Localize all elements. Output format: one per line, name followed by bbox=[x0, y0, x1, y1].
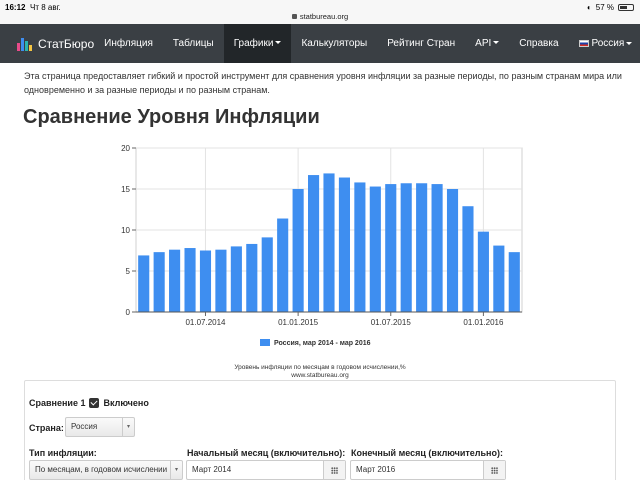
caret-down-icon bbox=[493, 41, 500, 44]
brand-name: СтатБюро bbox=[38, 36, 95, 51]
bar bbox=[462, 206, 474, 312]
battery-level bbox=[620, 6, 627, 9]
end-month-label: Конечный месяц (включительно): bbox=[351, 448, 503, 458]
chevron-down-icon: ▾ bbox=[170, 461, 182, 479]
bar bbox=[199, 250, 212, 312]
intro-text: Эта страница предоставляет гибкий и прос… bbox=[24, 71, 622, 95]
lock-icon bbox=[291, 14, 297, 19]
nav-calculators[interactable]: Калькуляторы bbox=[291, 24, 377, 63]
bar bbox=[261, 237, 273, 312]
enabled-checkbox[interactable] bbox=[88, 398, 99, 408]
bar bbox=[431, 184, 443, 312]
start-month-input[interactable]: Март 2014 bbox=[186, 460, 346, 480]
bar bbox=[230, 246, 242, 312]
x-tick-label: 01.01.2016 bbox=[463, 318, 504, 327]
legend-swatch bbox=[260, 339, 270, 346]
country-select[interactable]: Россия ▾ bbox=[65, 417, 135, 437]
x-tick-label: 01.01.2015 bbox=[278, 318, 319, 327]
russia-flag-icon bbox=[578, 40, 589, 47]
comparison-panel: Сравнение 1 Включено Страна: Россия ▾ Ти… bbox=[24, 380, 616, 480]
bar bbox=[369, 186, 381, 312]
bar bbox=[215, 249, 227, 312]
language-label: Россия bbox=[591, 38, 625, 49]
bar bbox=[354, 182, 366, 312]
status-time: 16:12 bbox=[5, 3, 26, 12]
page: 16:12 Чт 8 авг. statbureau.org ◐ 57 % Ст… bbox=[0, 0, 640, 480]
nav-api-label: API bbox=[475, 38, 492, 49]
start-month-label: Начальный месяц (включительно): bbox=[187, 448, 346, 458]
nav-charts-label: Графики bbox=[233, 38, 274, 49]
chart-source: www.statbureau.org bbox=[290, 372, 349, 379]
bar bbox=[416, 183, 428, 312]
bar bbox=[508, 252, 520, 312]
inflation-type-select[interactable]: По месяцам, в годовом исчислении ▾ bbox=[29, 460, 183, 480]
bar bbox=[138, 255, 150, 312]
comparison-header: Сравнение 1 Включено bbox=[29, 398, 149, 408]
y-tick-label: 10 bbox=[121, 226, 130, 235]
status-right: ◐ 57 % bbox=[587, 3, 634, 12]
status-bar: 16:12 Чт 8 авг. statbureau.org ◐ 57 % bbox=[0, 0, 640, 24]
end-month-value: Март 2016 bbox=[356, 465, 396, 474]
bar bbox=[493, 245, 505, 312]
statbureau-logo-icon bbox=[17, 37, 34, 51]
nav-charts[interactable]: Графики bbox=[223, 24, 292, 63]
y-tick-label: 15 bbox=[121, 185, 130, 194]
start-calendar-button[interactable] bbox=[323, 461, 345, 479]
nav-country-rating[interactable]: Рейтинг Стран bbox=[377, 24, 465, 63]
bar bbox=[169, 249, 181, 312]
y-tick-label: 5 bbox=[126, 267, 131, 276]
address-bar[interactable]: statbureau.org bbox=[0, 12, 640, 21]
caret-down-icon bbox=[275, 41, 282, 44]
legend-label: Россия, мар 2014 - мар 2016 bbox=[274, 340, 371, 347]
battery-icon bbox=[618, 4, 634, 11]
bar bbox=[184, 248, 196, 312]
language-dropdown[interactable]: Россия bbox=[569, 24, 640, 63]
comparison-label: Сравнение 1 bbox=[29, 398, 86, 408]
battery-percent: 57 % bbox=[595, 3, 614, 12]
y-tick-label: 0 bbox=[126, 308, 131, 317]
end-calendar-button[interactable] bbox=[483, 461, 505, 479]
x-tick-label: 01.07.2015 bbox=[371, 318, 412, 327]
chevron-down-icon: ▾ bbox=[122, 418, 134, 436]
country-label: Страна: bbox=[29, 423, 64, 433]
calendar-grid-icon bbox=[491, 466, 498, 474]
inflation-chart: 0 5 10 15 20 01.07.2014 01.01.2015 01.07.2015 01… bbox=[121, 144, 523, 379]
nav-api[interactable]: API bbox=[465, 24, 509, 63]
bar bbox=[338, 177, 350, 312]
country-select-value: Россия bbox=[71, 422, 98, 431]
wifi-icon: ◐ bbox=[586, 3, 592, 12]
bar bbox=[292, 189, 304, 312]
status-date: Чт 8 авг. bbox=[30, 3, 61, 12]
bar bbox=[400, 183, 412, 312]
bar bbox=[323, 173, 335, 312]
caret-down-icon bbox=[626, 42, 633, 45]
nav-inflation[interactable]: Инфляция bbox=[94, 24, 163, 63]
inflation-type-value: По месяцам, в годовом исчислении bbox=[35, 465, 168, 474]
navbar: СтатБюро Инфляция Таблицы Графики Кальку… bbox=[0, 24, 640, 63]
bar bbox=[308, 175, 320, 312]
chart-caption: Уровень инфляции по месяцам в годовом ис… bbox=[234, 364, 406, 371]
bar bbox=[477, 231, 489, 312]
bar bbox=[246, 243, 258, 312]
page-title: Сравнение Уровня Инфляции bbox=[23, 106, 320, 128]
y-tick-label: 20 bbox=[121, 144, 130, 153]
bar bbox=[385, 184, 397, 312]
end-month-input[interactable]: Март 2016 bbox=[350, 460, 506, 480]
nav-tables[interactable]: Таблицы bbox=[163, 24, 224, 63]
nav-help[interactable]: Справка bbox=[509, 24, 568, 63]
bar bbox=[153, 252, 165, 312]
inflation-type-label: Тип инфляции: bbox=[29, 448, 97, 458]
calendar-grid-icon bbox=[331, 466, 338, 474]
brand-link[interactable]: СтатБюро bbox=[0, 24, 94, 63]
bar bbox=[277, 218, 289, 312]
bar bbox=[446, 189, 459, 312]
x-tick-label: 01.07.2014 bbox=[185, 318, 226, 327]
start-month-value: Март 2014 bbox=[192, 465, 232, 474]
address-url: statbureau.org bbox=[299, 12, 349, 21]
enabled-label: Включено bbox=[103, 398, 149, 408]
